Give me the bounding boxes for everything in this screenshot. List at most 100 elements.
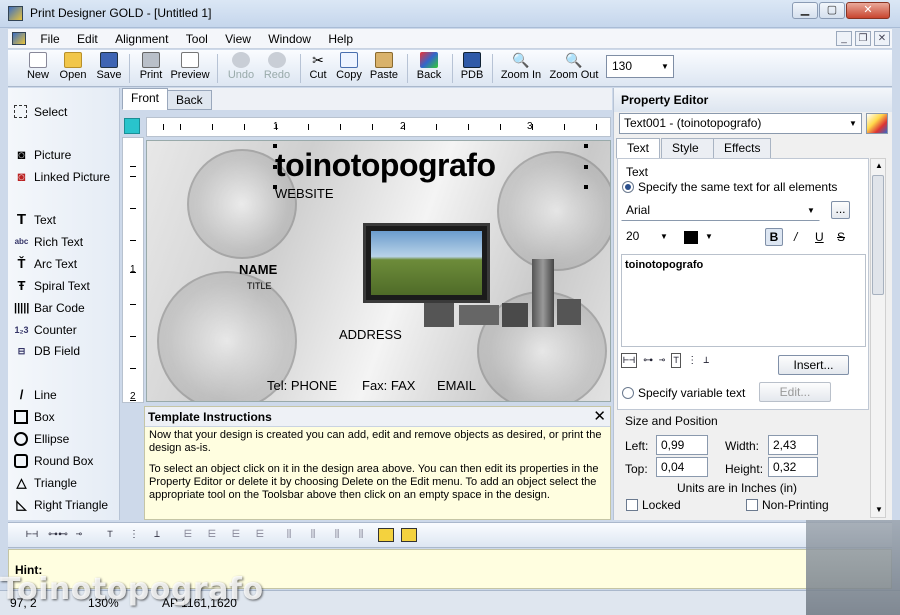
font-color-swatch[interactable] <box>684 231 698 244</box>
design-canvas[interactable]: toinotopografo WEBSITE NAME TITLE ADDRES… <box>146 140 611 402</box>
tool-picture[interactable]: ◙ Picture <box>12 145 72 165</box>
email-text[interactable]: EMAIL <box>437 378 476 393</box>
close-icon[interactable]: ✕ <box>593 407 606 427</box>
close-button[interactable]: ✕ <box>846 2 890 19</box>
distribute-icon[interactable]: ⫼ <box>305 528 321 542</box>
company-text[interactable]: toinotopografo <box>275 147 496 184</box>
align-left-icon[interactable]: ⊢⊣ <box>24 528 40 542</box>
underline-button[interactable]: U <box>815 230 824 244</box>
tool-right-triangle[interactable]: ◺ Right Triangle <box>12 495 109 515</box>
back-button[interactable]: Back <box>413 52 445 85</box>
tool-line[interactable]: / Line <box>12 385 57 405</box>
paste-button[interactable]: Paste <box>368 52 400 85</box>
tool-ellipse[interactable]: Ellipse <box>12 429 69 449</box>
open-button[interactable]: Open <box>56 52 90 85</box>
mdi-restore-button[interactable]: ❐ <box>855 31 871 46</box>
tool-rich-text[interactable]: abc Rich Text <box>12 232 84 252</box>
align-left-icon[interactable]: ⊢⊣ <box>621 353 638 368</box>
tool-text[interactable]: T Text <box>12 210 56 230</box>
name-text[interactable]: NAME <box>239 262 277 277</box>
tool-bar-code[interactable]: ||||| Bar Code <box>12 298 85 318</box>
scroll-thumb[interactable] <box>872 175 884 295</box>
tool-linked-picture[interactable]: ◙ Linked Picture <box>12 167 110 187</box>
tab-back[interactable]: Back <box>167 90 212 110</box>
menu-alignment[interactable]: Alignment <box>108 29 175 49</box>
italic-button[interactable]: / <box>794 230 797 244</box>
align-center-icon[interactable]: ⊶⊷ <box>48 528 68 542</box>
selection-handle[interactable] <box>584 165 588 169</box>
valign-top-icon[interactable]: ⊤ <box>671 353 682 368</box>
selection-handle[interactable] <box>584 144 588 148</box>
new-button[interactable]: New <box>22 52 54 85</box>
menu-window[interactable]: Window <box>261 29 318 49</box>
align-right-icon[interactable]: ⊸ <box>659 355 665 366</box>
height-input[interactable]: 0,32 <box>768 457 818 477</box>
menu-help[interactable]: Help <box>321 29 360 49</box>
tab-style[interactable]: Style <box>661 138 714 159</box>
left-input[interactable]: 0,99 <box>656 435 708 455</box>
chevron-down-icon[interactable]: ▼ <box>875 505 883 514</box>
align-middle-icon[interactable]: ⋮ <box>126 528 142 542</box>
minimize-button[interactable]: ▁ <box>792 2 818 19</box>
distribute-icon[interactable]: ⫼ <box>353 528 369 542</box>
align-right-icon[interactable]: ⊸ <box>71 528 87 542</box>
tool-round-box[interactable]: Round Box <box>12 451 93 471</box>
object-properties-icon[interactable] <box>866 113 888 134</box>
phone-text[interactable]: Tel: PHONE <box>267 378 337 393</box>
mdi-minimize-button[interactable]: _ <box>836 31 852 46</box>
menu-file[interactable]: File <box>33 29 66 49</box>
fax-text[interactable]: Fax: FAX <box>362 378 415 393</box>
undo-button[interactable]: Undo <box>224 52 258 85</box>
redo-button[interactable]: Redo <box>260 52 294 85</box>
bold-button[interactable]: B <box>765 228 783 246</box>
chevron-up-icon[interactable]: ▲ <box>875 161 883 170</box>
save-button[interactable]: Save <box>94 52 124 85</box>
maximize-button[interactable]: ▢ <box>819 2 845 19</box>
tool-arc-text[interactable]: Ť Arc Text <box>12 254 78 274</box>
font-more-button[interactable]: ... <box>831 201 850 219</box>
align-top-icon[interactable]: ⊤ <box>102 528 118 542</box>
pdb-button[interactable]: PDB <box>458 52 486 85</box>
property-scrollbar[interactable]: ▲ ▼ <box>870 158 886 518</box>
tool-select[interactable]: Select <box>12 102 67 122</box>
menu-tool[interactable]: Tool <box>179 29 215 49</box>
tool-triangle[interactable]: △ Triangle <box>12 473 77 493</box>
same-text-radio[interactable] <box>622 181 634 193</box>
distribute-icon[interactable]: ⫼ <box>281 528 297 542</box>
tool-db-field[interactable]: ⊟ DB Field <box>12 341 80 361</box>
valign-middle-icon[interactable]: ⋮ <box>687 355 697 366</box>
ruler-corner[interactable] <box>124 118 140 134</box>
insert-button[interactable]: Insert... <box>778 355 849 375</box>
top-input[interactable]: 0,04 <box>656 457 708 477</box>
chevron-down-icon[interactable]: ▼ <box>705 232 713 241</box>
menu-edit[interactable]: Edit <box>70 29 105 49</box>
selection-handle[interactable] <box>273 144 277 148</box>
text-editor[interactable]: toinotopografo <box>621 254 866 347</box>
tool-counter[interactable]: 1₂3 Counter <box>12 320 76 340</box>
selection-handle[interactable] <box>273 165 277 169</box>
tool-spiral-text[interactable]: Ŧ Spiral Text <box>12 276 90 296</box>
strikethrough-button[interactable]: S <box>837 230 845 244</box>
width-input[interactable]: 2,43 <box>768 435 818 455</box>
distribute-icon[interactable]: ⋿ <box>228 528 244 542</box>
zoom-select[interactable]: 130 ▼ <box>606 55 674 78</box>
tab-effects[interactable]: Effects <box>713 138 772 159</box>
font-select[interactable]: Arial ▼ <box>621 200 820 221</box>
website-text[interactable]: WEBSITE <box>275 186 334 201</box>
title-text[interactable]: TITLE <box>247 281 272 291</box>
font-size-select[interactable]: 20 ▼ <box>621 226 673 247</box>
zoom-in-button[interactable]: 🔍 Zoom In <box>498 52 544 85</box>
zoom-out-button[interactable]: 🔍 Zoom Out <box>548 52 600 85</box>
preview-button[interactable]: Preview <box>168 52 212 85</box>
tab-front[interactable]: Front <box>122 88 169 110</box>
distribute-icon[interactable]: ⫼ <box>329 528 345 542</box>
tool-box[interactable]: Box <box>12 407 55 427</box>
edit-button[interactable]: Edit... <box>759 382 831 402</box>
non-printing-checkbox[interactable] <box>746 499 758 511</box>
send-backward-icon[interactable] <box>401 528 417 542</box>
object-select[interactable]: Text001 - (toinotopografo) ▼ <box>619 113 862 134</box>
align-center-icon[interactable]: ⊶ <box>643 355 653 366</box>
print-button[interactable]: Print <box>136 52 166 85</box>
distribute-icon[interactable]: ⋿ <box>252 528 268 542</box>
distribute-icon[interactable]: ⋿ <box>204 528 220 542</box>
